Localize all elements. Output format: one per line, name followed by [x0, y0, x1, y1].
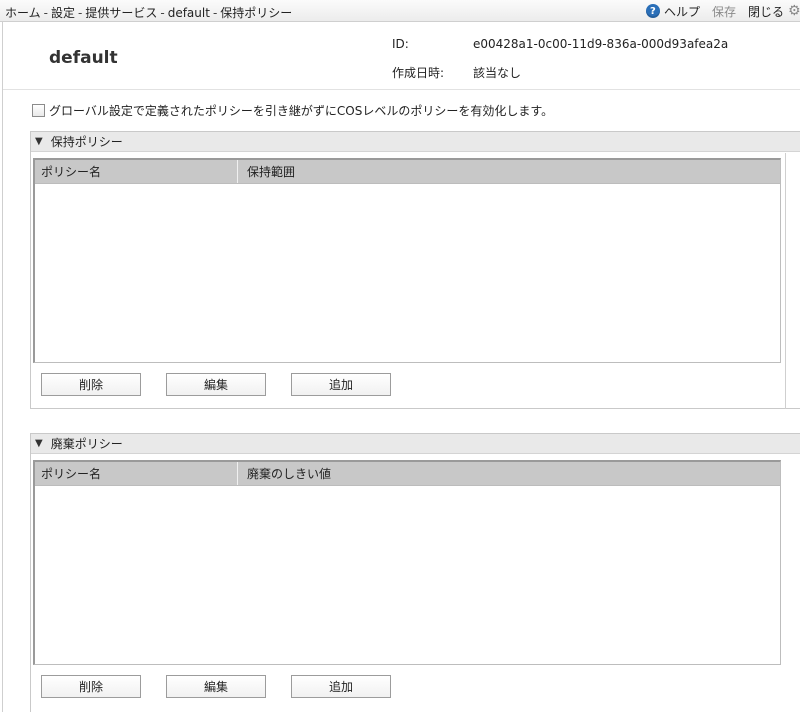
header-divider — [3, 89, 800, 90]
breadcrumb-separator: - — [212, 6, 218, 20]
column-header-policy-name[interactable]: ポリシー名 — [35, 160, 238, 183]
help-icon[interactable]: ? — [645, 4, 660, 18]
retention-panel-title: 保持ポリシー — [50, 135, 123, 149]
retention-policy-panel: ▼ 保持ポリシー ポリシー名 保持範囲 削除 編集 追加 — [30, 131, 800, 409]
page: ホーム - 設定 - 提供サービス - default - 保持ポリシー ? ヘルプ 保存 閉じ… — [0, 0, 800, 712]
breadcrumb-class-of-service[interactable]: 提供サービス — [85, 6, 157, 20]
cos-policy-checkbox[interactable] — [32, 104, 45, 117]
edit-button[interactable]: 編集 — [166, 675, 266, 698]
retention-panel-header[interactable]: ▼ 保持ポリシー — [31, 132, 800, 152]
breadcrumb-home[interactable]: ホーム — [5, 6, 41, 20]
breadcrumb-separator: - — [160, 6, 165, 20]
edit-button[interactable]: 編集 — [166, 373, 266, 396]
breadcrumb-default[interactable]: default — [168, 6, 210, 20]
table-header: ポリシー名 廃棄のしきい値 — [35, 462, 780, 486]
created-value: 該当なし — [473, 66, 522, 80]
purge-policy-panel: ▼ 廃棄ポリシー ポリシー名 廃棄のしきい値 削除 編集 追加 — [30, 433, 800, 712]
collapse-triangle-icon[interactable]: ▼ — [35, 136, 43, 147]
title-bar: ホーム - 設定 - 提供サービス - default - 保持ポリシー ? ヘルプ 保存 閉じ… — [0, 0, 800, 22]
delete-button[interactable]: 削除 — [41, 373, 141, 396]
delete-button[interactable]: 削除 — [41, 675, 141, 698]
breadcrumb-separator: - — [43, 6, 48, 20]
breadcrumb-settings[interactable]: 設定 — [51, 6, 75, 20]
id-value: e00428a1-0c00-11d9-836a-000d93afea2a — [473, 37, 729, 51]
purge-policy-table: ポリシー名 廃棄のしきい値 — [33, 460, 781, 665]
id-label: ID: — [392, 37, 409, 51]
purge-panel-title: 廃棄ポリシー — [50, 437, 123, 451]
table-header: ポリシー名 保持範囲 — [35, 160, 780, 184]
object-name: default — [49, 48, 118, 68]
cos-policy-option: グローバル設定で定義されたポリシーを引き継がずにCOSレベルのポリシーを有効化し… — [32, 102, 553, 119]
close-button[interactable]: 閉じる — [748, 3, 784, 20]
retention-policy-table: ポリシー名 保持範囲 — [33, 158, 781, 363]
column-header-retention-range[interactable]: 保持範囲 — [238, 160, 780, 183]
add-button[interactable]: 追加 — [291, 675, 391, 698]
breadcrumb-current: 保持ポリシー — [220, 6, 293, 20]
save-button[interactable]: 保存 — [712, 3, 736, 20]
purge-panel-header[interactable]: ▼ 廃棄ポリシー — [31, 434, 800, 454]
help-link[interactable]: ヘルプ — [664, 3, 700, 20]
gear-icon[interactable]: ⚙ — [788, 4, 800, 18]
add-button[interactable]: 追加 — [291, 373, 391, 396]
created-label: 作成日時: — [392, 66, 445, 80]
left-divider — [2, 22, 3, 712]
retention-panel-right-edge — [785, 153, 786, 409]
column-header-purge-threshold[interactable]: 廃棄のしきい値 — [238, 462, 780, 485]
cos-policy-checkbox-label[interactable]: グローバル設定で定義されたポリシーを引き継がずにCOSレベルのポリシーを有効化し… — [49, 102, 553, 119]
column-header-policy-name[interactable]: ポリシー名 — [35, 462, 238, 485]
title-actions: ? ヘルプ 保存 閉じる ⚙ — [645, 2, 800, 20]
breadcrumb: ホーム - 設定 - 提供サービス - default - 保持ポリシー — [5, 4, 292, 21]
breadcrumb-separator: - — [78, 6, 83, 20]
collapse-triangle-icon[interactable]: ▼ — [35, 438, 43, 449]
